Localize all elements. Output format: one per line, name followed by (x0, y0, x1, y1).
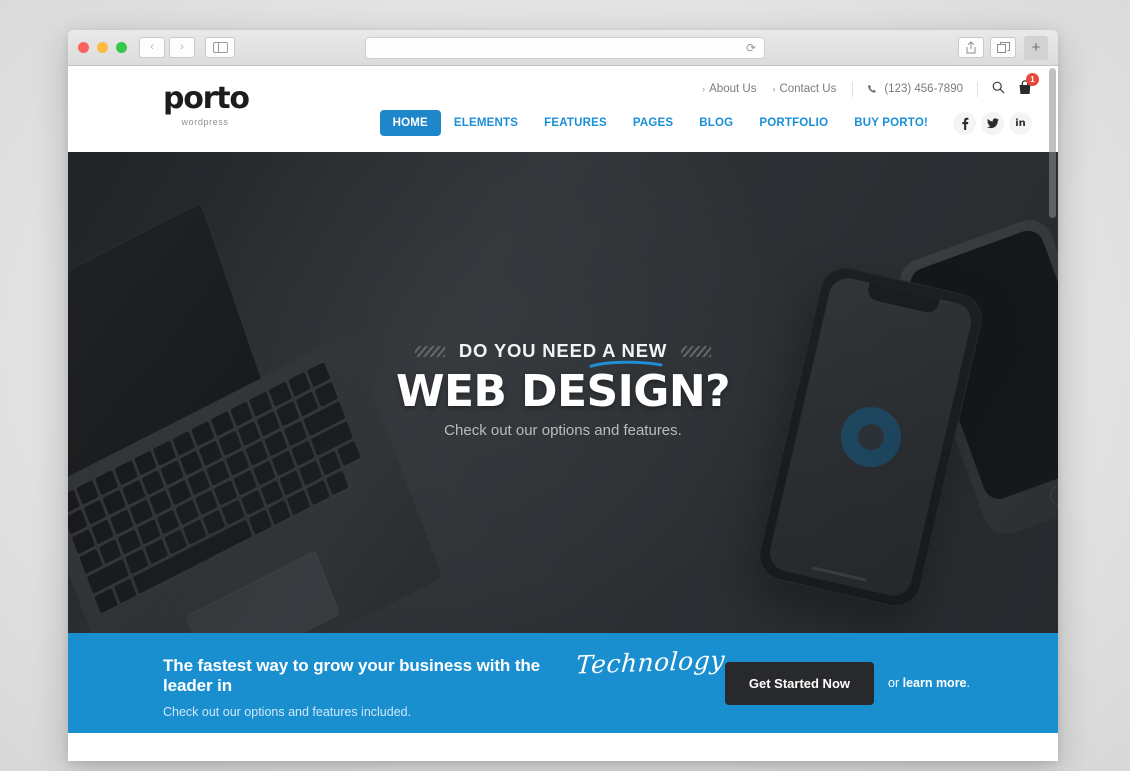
plus-icon: + (1031, 39, 1041, 56)
main-navigation: HOME ELEMENTS FEATURES PAGES BLOG PORTFO… (379, 110, 1032, 136)
show-tabs-button[interactable] (990, 37, 1016, 58)
hero-eyebrow-row: DO YOU NEED A NEW (68, 340, 1058, 368)
close-window-button[interactable] (78, 42, 89, 53)
nav-item-elements[interactable]: ELEMENTS (441, 110, 531, 136)
cta-title: The fastest way to grow your business wi… (163, 644, 726, 696)
hero-eyebrow: DO YOU NEED A NEW (458, 340, 668, 368)
nav-item-portfolio[interactable]: PORTFOLIO (746, 110, 841, 136)
hero-eyebrow-text: DO YOU NEED A NEW (458, 340, 668, 361)
chevron-right-icon: › (702, 84, 706, 94)
logo-wordmark: porto (163, 81, 250, 116)
nav-item-pages[interactable]: PAGES (620, 110, 686, 136)
forward-button[interactable]: › (169, 37, 195, 58)
facebook-glyph (961, 117, 968, 130)
hero-copy: DO YOU NEED A NEW WEB DESIGN? Check out … (68, 340, 1058, 439)
hero-subline: Check out our options and features. (444, 421, 682, 439)
social-links: in (953, 111, 1032, 135)
twitter-glyph (986, 117, 999, 128)
chevron-right-icon: › (772, 84, 776, 94)
cta-or-prefix: or (888, 676, 903, 690)
hatch-decoration-icon (414, 345, 445, 357)
learn-more-link[interactable]: learn more (903, 676, 967, 690)
site-logo[interactable]: porto wordpress (163, 81, 250, 128)
hero-section: DO YOU NEED A NEW WEB DESIGN? Check out … (68, 152, 1058, 633)
cta-or-suffix: . (966, 676, 970, 690)
site-header: porto wordpress › About Us › Contact Us (68, 66, 1058, 152)
search-glyph (992, 81, 1005, 94)
topbar-link-contact-us[interactable]: › Contact Us (772, 83, 836, 95)
share-icon (966, 41, 976, 54)
topbar-link-label: About Us (709, 83, 757, 95)
address-bar[interactable]: ⟳ (365, 36, 765, 59)
logo-subtitle: wordpress (181, 117, 229, 127)
cta-action-block: Get Started Now or learn more. (724, 661, 1032, 705)
sidebar-toggle-button[interactable] (205, 37, 235, 58)
new-tab-button[interactable]: + (1024, 35, 1048, 60)
cta-learn-more: or learn more. (888, 676, 970, 690)
nav-item-blog[interactable]: BLOG (686, 110, 746, 136)
browser-toolbar-right: + (958, 35, 1048, 60)
utility-divider (977, 81, 978, 97)
chevron-right-icon: › (180, 41, 184, 53)
nav-item-features[interactable]: FEATURES (531, 110, 620, 136)
cart-count-badge: 1 (1026, 73, 1039, 86)
traffic-lights (78, 42, 127, 53)
search-icon[interactable] (992, 81, 1005, 97)
topbar-link-about-us[interactable]: › About Us (702, 83, 756, 95)
website-page: porto wordpress › About Us › Contact Us (68, 66, 1058, 761)
cta-band: The fastest way to grow your business wi… (68, 633, 1058, 733)
linkedin-glyph: in (1015, 117, 1026, 129)
nav-item-home[interactable]: HOME (379, 110, 441, 136)
twitter-icon[interactable] (981, 111, 1004, 135)
header-icon-group: 1 (992, 73, 1039, 98)
chevron-left-icon: ‹ (150, 41, 154, 53)
hatch-decoration-icon (681, 345, 712, 357)
scrollbar-thumb[interactable] (1049, 68, 1056, 218)
sidebar-icon (212, 42, 228, 53)
linkedin-icon[interactable]: in (1009, 111, 1032, 135)
browser-titlebar: ‹ › ⟳ + (68, 30, 1058, 66)
top-utility-bar: › About Us › Contact Us (123) 456-7890 1 (702, 73, 1039, 98)
cta-title-lead: The fastest way to grow your business wi… (163, 655, 541, 695)
nav-item-buy-porto[interactable]: BUY PORTO! (841, 110, 941, 136)
cart-button[interactable]: 1 (1018, 73, 1039, 98)
cta-title-script: Technology (574, 644, 726, 680)
tabs-icon (996, 41, 1010, 53)
phone-icon (868, 84, 876, 93)
facebook-icon[interactable] (953, 111, 976, 135)
utility-divider (852, 81, 854, 97)
browser-window: ‹ › ⟳ + porto wordpress › About Us › Con… (68, 30, 1058, 761)
page-viewport: porto wordpress › About Us › Contact Us (68, 66, 1058, 761)
get-started-button[interactable]: Get Started Now (724, 661, 874, 705)
zoom-window-button[interactable] (116, 42, 127, 53)
below-fold-area (68, 733, 1058, 761)
minimize-window-button[interactable] (97, 42, 108, 53)
phone-link[interactable]: (123) 456-7890 (867, 83, 963, 95)
phone-number: (123) 456-7890 (884, 83, 963, 95)
cta-text-block: The fastest way to grow your business wi… (163, 644, 726, 719)
hero-headline: WEB DESIGN? (396, 366, 731, 417)
share-button[interactable] (958, 37, 984, 58)
back-button[interactable]: ‹ (139, 37, 165, 58)
reload-icon[interactable]: ⟳ (746, 42, 756, 54)
topbar-link-label: Contact Us (779, 83, 837, 95)
navigation-buttons: ‹ › (139, 37, 195, 58)
blue-swoosh-icon (589, 360, 663, 368)
cta-subtitle: Check out our options and features inclu… (163, 704, 412, 719)
